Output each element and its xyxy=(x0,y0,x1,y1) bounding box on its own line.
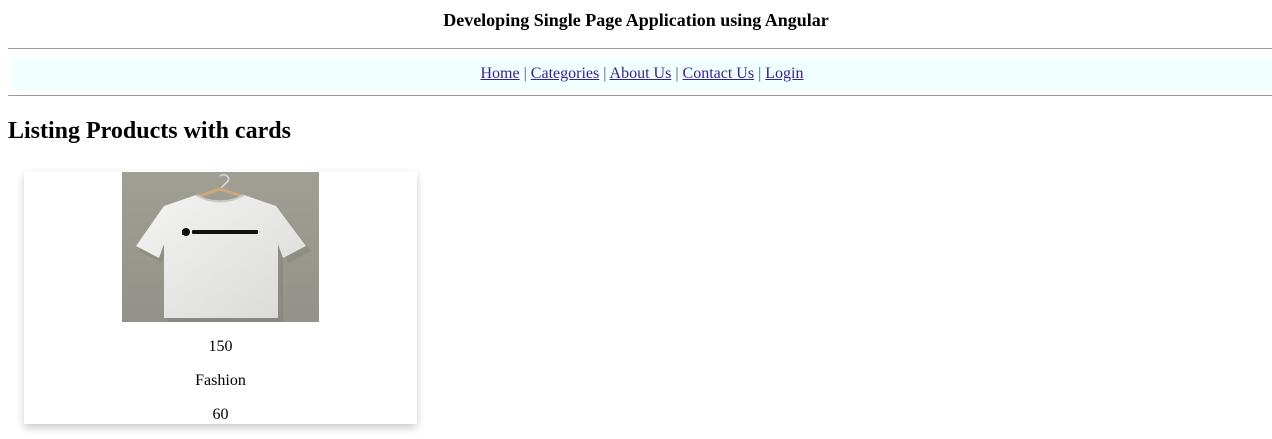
site-title: Developing Single Page Application using… xyxy=(443,10,829,30)
nav-separator: | xyxy=(523,65,527,82)
header-divider xyxy=(8,48,1272,49)
nav-link-login[interactable]: Login xyxy=(765,65,803,82)
nav-separator: | xyxy=(758,65,762,82)
nav-link-about-us[interactable]: About Us xyxy=(610,65,672,82)
nav-link-contact-us[interactable]: Contact Us xyxy=(683,65,755,82)
nav-separator: | xyxy=(675,65,679,82)
product-price: 150 xyxy=(208,338,233,355)
product-card[interactable]: 150 Fashion 60 xyxy=(24,171,417,424)
product-quantity: 60 xyxy=(212,406,229,423)
nav-link-home[interactable]: Home xyxy=(480,65,519,82)
nav-separator: | xyxy=(603,65,607,82)
nav-link-categories[interactable]: Categories xyxy=(531,65,599,82)
nav-divider xyxy=(8,95,1272,96)
page-heading: Listing Products with cards xyxy=(8,118,291,144)
product-category: Fashion xyxy=(195,372,246,389)
nav-bar: Home | Categories | About Us | Contact U… xyxy=(12,59,1272,90)
tshirt-image xyxy=(122,172,319,322)
